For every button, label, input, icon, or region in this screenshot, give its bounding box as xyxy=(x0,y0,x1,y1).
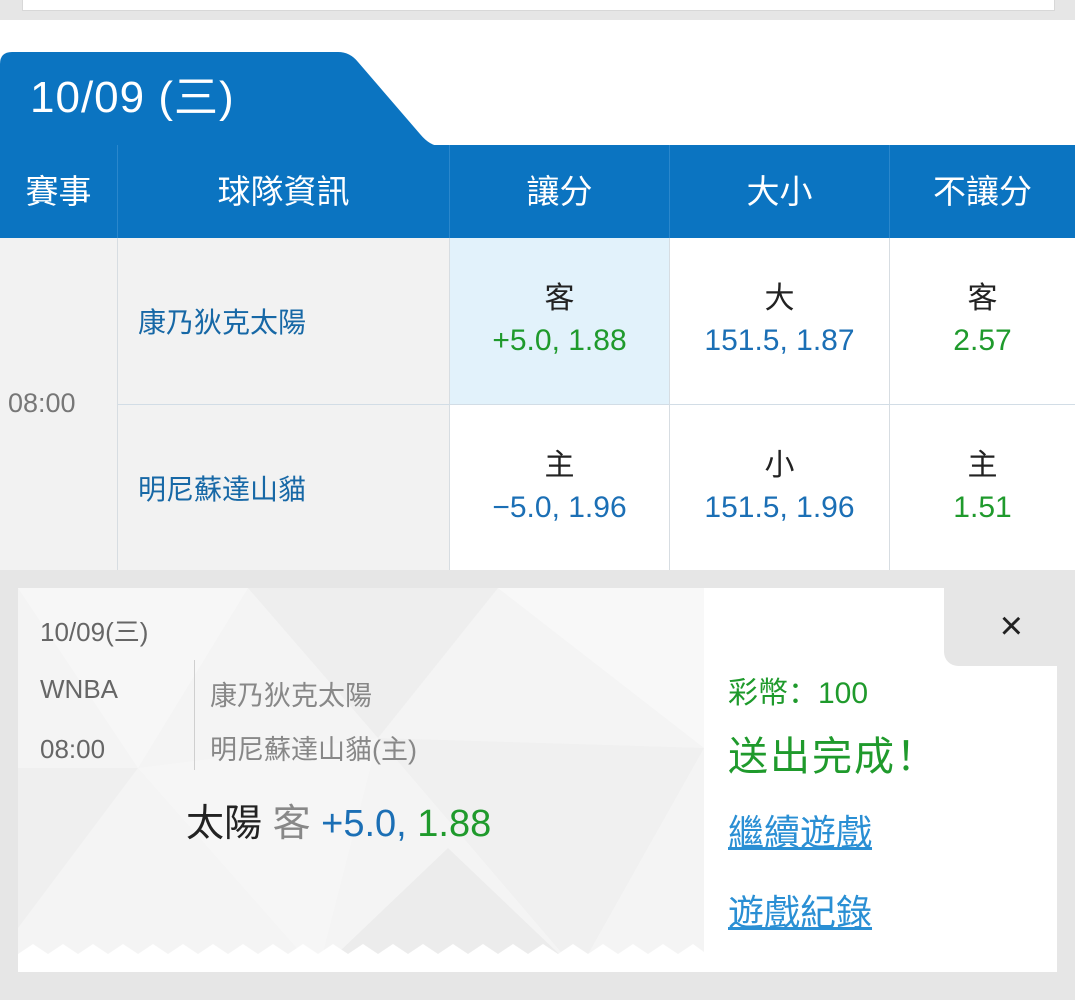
total-over-label: 大 xyxy=(764,282,795,315)
ticket-bet-summary: 太陽 客 +5.0, 1.88 xyxy=(186,792,491,847)
spread-away-cell[interactable]: 客 +5.0, 1.88 xyxy=(450,238,670,404)
bet-side: 客 xyxy=(272,803,311,845)
spread-home-value: −5.0, 1.96 xyxy=(492,490,627,524)
table-row-away: 康乃狄克太陽 客 +5.0, 1.88 大 151.5, 1.87 客 2.57 xyxy=(118,238,1075,405)
moneyline-away-label: 客 xyxy=(967,282,998,315)
date-label: 10/09 (三) xyxy=(30,73,235,122)
team-name-home: 明尼蘇達山貓 xyxy=(118,405,450,570)
table-header: 賽事 球隊資訊 讓分 大小 不讓分 xyxy=(0,145,1075,238)
submit-success-message: 送出完成！ xyxy=(728,735,938,779)
spread-home-cell[interactable]: 主 −5.0, 1.96 xyxy=(450,405,670,570)
spread-home-label: 主 xyxy=(544,448,575,482)
moneyline-away-cell[interactable]: 客 2.57 xyxy=(890,238,1075,404)
game-time: 08:00 xyxy=(8,388,76,418)
close-icon[interactable]: × xyxy=(1000,604,1023,648)
bet-ticket: 10/09(三) WNBA 08:00 康乃狄克太陽 明尼蘇達山貓(主) 太陽 … xyxy=(18,588,704,972)
total-over-value: 151.5, 1.87 xyxy=(704,324,855,357)
ticket-date: 10/09(三) xyxy=(40,617,149,647)
header-moneyline: 不讓分 xyxy=(933,173,1032,210)
result-panel: × 彩幣：100 送出完成！ 繼續遊戲 遊戲紀錄 xyxy=(704,588,1057,972)
ticket-time: 08:00 xyxy=(40,734,106,764)
previous-card-edge xyxy=(0,0,1075,20)
spread-away-value: +5.0, 1.88 xyxy=(492,324,627,357)
game-time-cell: 08:00 xyxy=(0,238,118,570)
bet-odds: 1.88 xyxy=(417,803,492,845)
moneyline-home-label: 主 xyxy=(967,448,998,482)
bet-team: 太陽 xyxy=(186,803,263,845)
ticket-divider xyxy=(194,660,195,770)
coins-balance: 彩幣：100 xyxy=(728,677,869,710)
game-history-link[interactable]: 遊戲紀錄 xyxy=(728,884,872,936)
ticket-league: WNBA xyxy=(40,674,118,704)
ticket-team-away: 康乃狄克太陽 xyxy=(210,681,372,711)
team-name-away: 康乃狄克太陽 xyxy=(118,238,450,404)
game-table: 08:00 康乃狄克太陽 客 +5.0, 1.88 大 151.5, 1.87 … xyxy=(0,238,1075,570)
close-tab[interactable]: × xyxy=(944,588,1057,666)
bet-line: +5.0, xyxy=(321,803,407,845)
moneyline-home-value: 1.51 xyxy=(953,490,1012,524)
ticket-team-home: 明尼蘇達山貓(主) xyxy=(210,735,417,765)
total-under-cell[interactable]: 小 151.5, 1.96 xyxy=(670,405,890,570)
table-row-home: 明尼蘇達山貓 主 −5.0, 1.96 小 151.5, 1.96 主 1.51 xyxy=(118,405,1075,570)
ticket-zigzag-edge xyxy=(18,944,704,972)
moneyline-home-cell[interactable]: 主 1.51 xyxy=(890,405,1075,570)
spread-away-label: 客 xyxy=(544,282,575,315)
header-event: 賽事 xyxy=(0,145,118,238)
moneyline-away-value: 2.57 xyxy=(953,324,1012,357)
continue-game-link[interactable]: 繼續遊戲 xyxy=(728,804,872,856)
previous-card-inner xyxy=(22,0,1055,11)
header-team-info: 球隊資訊 xyxy=(118,145,450,238)
total-under-label: 小 xyxy=(764,448,795,482)
header-spread: 讓分 xyxy=(450,145,670,238)
total-over-cell[interactable]: 大 151.5, 1.87 xyxy=(670,238,890,404)
header-total: 大小 xyxy=(670,145,890,238)
total-under-value: 151.5, 1.96 xyxy=(704,490,855,524)
